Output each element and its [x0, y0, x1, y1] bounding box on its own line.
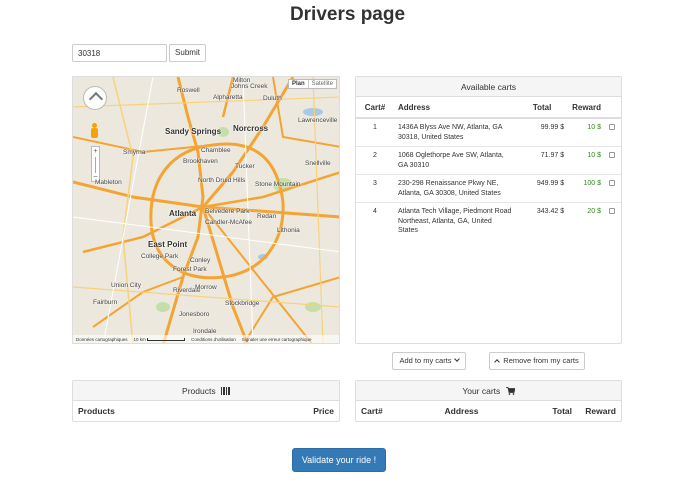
- column-header: Total: [552, 406, 572, 416]
- column-header: Products: [78, 406, 115, 416]
- submit-button[interactable]: Submit: [169, 44, 206, 62]
- map-label: Morrow: [195, 284, 217, 291]
- your-carts-table-header: Cart# Address Total Reward: [356, 401, 621, 416]
- cart-reward: 10 $: [568, 117, 605, 147]
- available-carts-table: Cart# Address Total Reward 1 1436A Blyss…: [356, 97, 621, 240]
- map-data-credit: Données cartographiques: [76, 336, 128, 342]
- map-label: Snellville: [305, 160, 331, 167]
- cart-select-checkbox[interactable]: [609, 180, 615, 186]
- map-type-plan[interactable]: Plan: [289, 80, 308, 88]
- map-label: Brookhaven: [183, 158, 218, 165]
- column-header: Cart#: [361, 406, 383, 416]
- add-to-my-carts-button[interactable]: Add to my carts: [392, 352, 466, 370]
- column-header: Price: [313, 406, 334, 416]
- map-label: Stone Mountain: [255, 181, 301, 188]
- map[interactable]: + – Plan Satellite Roswell Johns Creek M…: [72, 76, 340, 344]
- table-row[interactable]: 4 Atlanta Tech Village, Piedmont Road No…: [356, 202, 621, 240]
- column-header: Reward: [585, 406, 616, 416]
- cart-reward: 10 $: [568, 146, 605, 175]
- page-title: Drivers page: [289, 4, 406, 25]
- map-label: Belvedere Park: [205, 208, 250, 215]
- map-label: Forest Park: [173, 266, 207, 273]
- cart-total: 949.99 $: [516, 174, 569, 203]
- table-row[interactable]: 3 230-298 Renaissance Pkwy NE, Atlanta, …: [356, 174, 621, 203]
- validate-ride-button[interactable]: Validate your ride !: [292, 448, 386, 472]
- map-label: Alpharetta: [213, 94, 243, 101]
- products-panel: Products Products Price: [72, 380, 340, 422]
- cart-total: 343.42 $: [516, 202, 569, 240]
- map-pan-control[interactable]: [83, 86, 107, 110]
- cart-address: 1436A Blyss Ave NW, Atlanta, GA 30318, U…: [394, 117, 517, 147]
- cart-reward: 100 $: [568, 174, 605, 203]
- available-carts-heading: Available carts: [356, 77, 621, 97]
- column-header: Address: [444, 406, 479, 416]
- column-header: Total: [516, 97, 569, 119]
- cart-total: 99.99 $: [516, 117, 569, 147]
- map-report-error-link[interactable]: Signaler une erreur cartographique: [242, 337, 312, 342]
- your-carts-heading: Your carts: [356, 381, 621, 401]
- map-label: Mableton: [95, 179, 122, 186]
- remove-from-my-carts-button[interactable]: Remove from my carts: [489, 352, 585, 370]
- map-label: Jonesboro: [179, 311, 210, 318]
- cart-number: 4: [356, 202, 394, 240]
- zoom-in-icon[interactable]: +: [92, 148, 99, 155]
- map-label: Roswell: [177, 87, 200, 94]
- map-label: Norcross: [233, 124, 269, 133]
- map-label: Duluth: [263, 95, 282, 102]
- map-label: North Druid Hills: [198, 177, 246, 184]
- available-carts-panel: Available carts Cart# Address Total Rewa…: [355, 76, 622, 344]
- map-label: Conley: [190, 257, 211, 264]
- barcode-icon: [220, 387, 230, 395]
- map-label: Irondale: [193, 328, 217, 335]
- cart-number: 2: [356, 146, 394, 175]
- map-label: East Point: [148, 240, 188, 249]
- cart-select-checkbox[interactable]: [609, 152, 615, 158]
- cart-number: 1: [356, 117, 394, 147]
- cart-reward: 20 $: [568, 202, 605, 240]
- cart-number: 3: [356, 174, 394, 203]
- map-label: Stockbridge: [225, 300, 260, 307]
- map-terms-link[interactable]: Conditions d'utilisation: [191, 337, 236, 342]
- map-label: Fairburn: [93, 299, 118, 306]
- cart-address: Atlanta Tech Village, Piedmont Road Nort…: [394, 202, 517, 240]
- your-carts-panel: Your carts Cart# Address Total Reward: [355, 380, 622, 422]
- column-header: Address: [394, 97, 517, 119]
- map-label: Lawrenceville: [298, 117, 338, 124]
- shopping-cart-icon: [505, 387, 515, 395]
- map-label: Johns Creek: [231, 83, 268, 90]
- map-label: Candler-McAfee: [205, 219, 252, 226]
- map-scale: 10 km: [134, 337, 186, 342]
- cart-address: 230-298 Renaissance Pkwy NE, Atlanta, GA…: [394, 174, 517, 203]
- map-label: College Park: [141, 253, 179, 260]
- map-label: Chamblee: [201, 147, 231, 154]
- map-label: Sandy Springs: [165, 127, 222, 136]
- products-table-header: Products Price: [73, 401, 339, 416]
- map-label: Redan: [257, 213, 277, 220]
- cart-select-checkbox[interactable]: [609, 208, 615, 214]
- products-heading: Products: [73, 381, 339, 401]
- chevron-down-icon: [453, 356, 460, 362]
- map-label: Union City: [111, 282, 141, 289]
- cart-address: 1068 Oglethorpe Ave SW, Atlanta, GA 3031…: [394, 146, 517, 175]
- zip-input[interactable]: [72, 44, 167, 62]
- cart-select-checkbox[interactable]: [609, 124, 615, 130]
- map-label: Atlanta: [169, 209, 197, 218]
- map-label: Lithonia: [277, 227, 300, 234]
- map-label: Milton: [233, 77, 251, 84]
- column-header: Reward: [568, 97, 605, 119]
- map-label: Tucker: [235, 163, 255, 170]
- street-view-pegman-icon[interactable]: [90, 123, 98, 139]
- map-zoom-control[interactable]: + –: [91, 146, 100, 182]
- map-type-control[interactable]: Plan Satellite: [287, 79, 337, 89]
- chevron-up-icon: [494, 359, 501, 365]
- table-row[interactable]: 2 1068 Oglethorpe Ave SW, Atlanta, GA 30…: [356, 146, 621, 175]
- map-label: Smyrna: [123, 149, 146, 156]
- column-header: Cart#: [356, 97, 394, 119]
- cart-total: 71.97 $: [516, 146, 569, 175]
- table-row[interactable]: 1 1436A Blyss Ave NW, Atlanta, GA 30318,…: [356, 117, 621, 147]
- map-type-satellite[interactable]: Satellite: [307, 80, 336, 88]
- map-footer: Données cartographiques 10 km Conditions…: [73, 335, 339, 343]
